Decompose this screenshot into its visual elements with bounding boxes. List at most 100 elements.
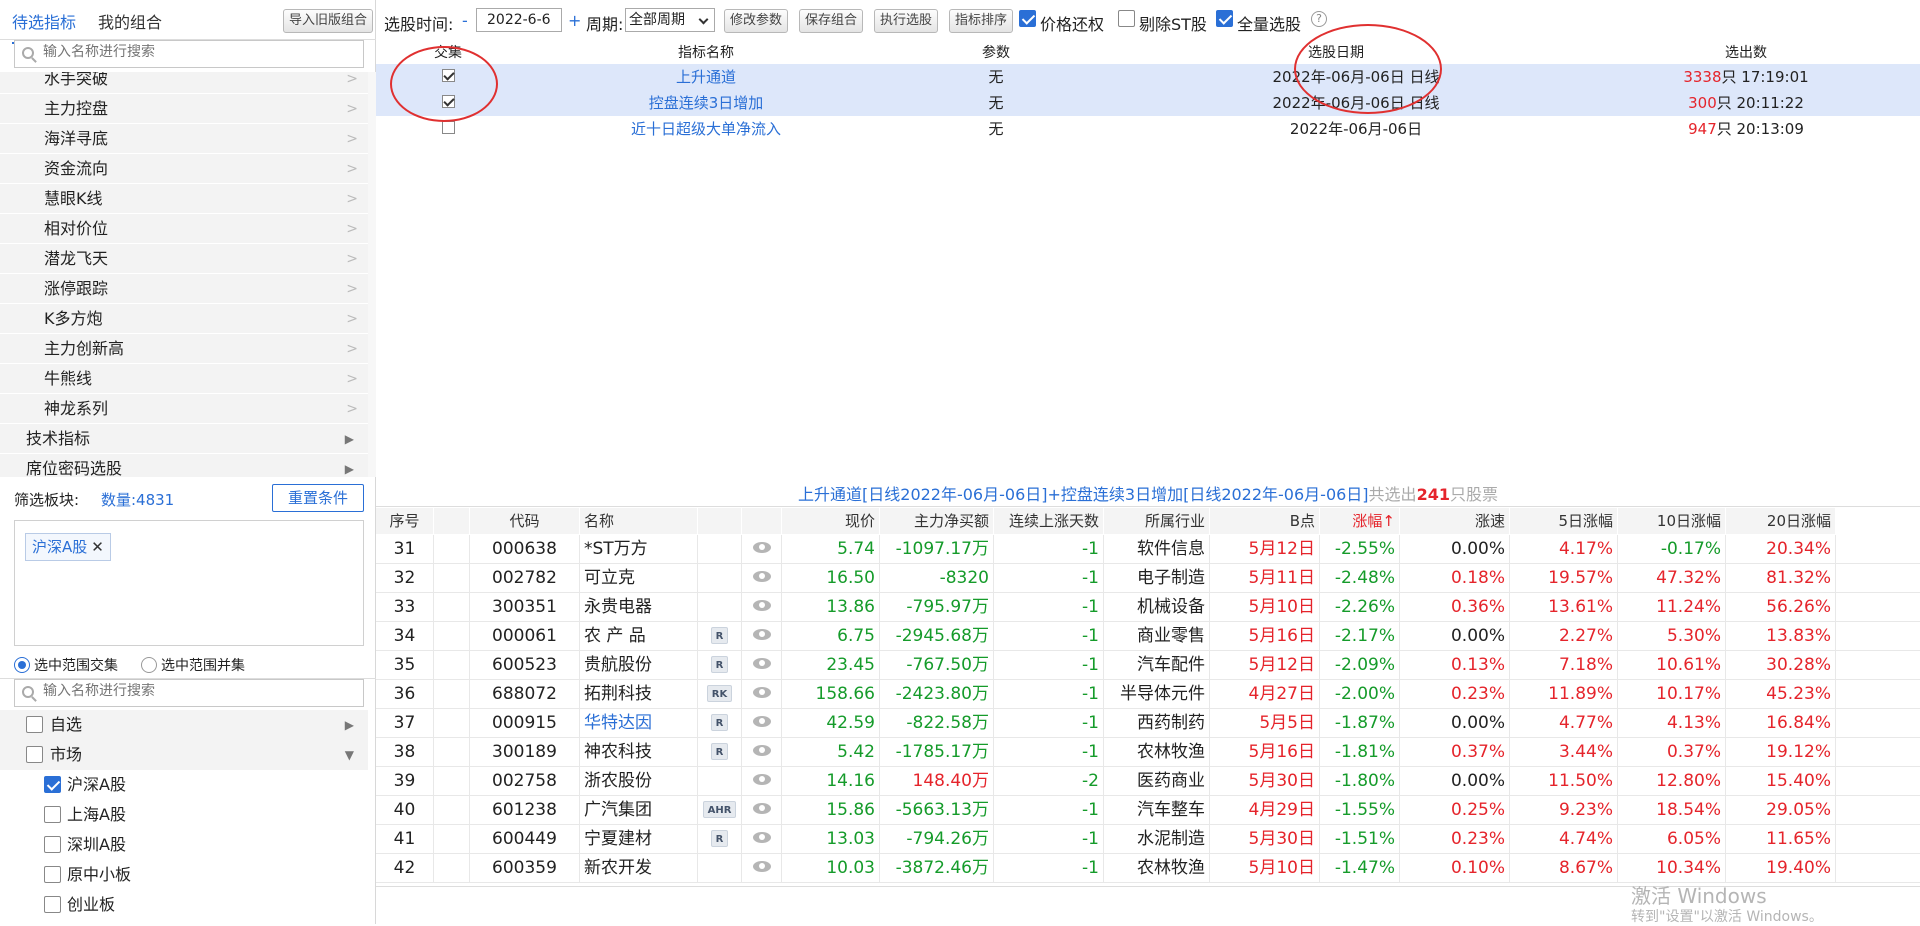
- eye-icon[interactable]: [752, 571, 771, 582]
- table-row[interactable]: 41 600449 宁夏建材 R 13.03 -794.26万 -1 水泥制造 5月30日 -1.…: [376, 825, 1920, 854]
- table-row[interactable]: 36 688072 拓荆科技 RK 158.66 -2423.80万 -1 半导体元件 4月27…: [376, 680, 1920, 709]
- cell-name[interactable]: 浙农股份: [580, 767, 698, 796]
- full-select-checkbox[interactable]: [1216, 10, 1233, 27]
- cell-name[interactable]: 新农开发: [580, 854, 698, 883]
- checkbox-checked-icon[interactable]: [44, 776, 61, 793]
- table-row[interactable]: 31 000638 *ST万方 5.74 -1097.17万 -1 软件信息 5月12日 -2.…: [376, 535, 1920, 564]
- indicator-name[interactable]: 控盘连续3日增加: [536, 90, 876, 116]
- checkbox-icon[interactable]: [44, 806, 61, 823]
- exclude-st-checkbox[interactable]: [1118, 10, 1135, 27]
- column-header[interactable]: 20日涨幅: [1726, 508, 1836, 534]
- execute-button[interactable]: 执行选股: [874, 9, 939, 33]
- tab-pending-indicators[interactable]: 待选指标: [12, 9, 77, 44]
- table-row[interactable]: 38 300189 神农科技 R 5.42 -1785.17万 -1 农林牧渔 5月16日 -1.…: [376, 738, 1920, 767]
- date-plus-button[interactable]: +: [568, 11, 581, 30]
- column-header[interactable]: 名称: [580, 508, 698, 534]
- indicator-name[interactable]: 近十日超级大单净流入: [536, 116, 876, 142]
- indicator-item[interactable]: 海洋寻底 >: [0, 124, 368, 154]
- table-row[interactable]: 39 002758 浙农股份 14.16 148.40万 -2 医药商业 5月30日 -1.80…: [376, 767, 1920, 796]
- save-combo-button[interactable]: 保存组合: [799, 9, 864, 33]
- radio-intersect[interactable]: 选中范围交集: [14, 655, 118, 675]
- table-row[interactable]: 42 600359 新农开发 10.03 -3872.46万 -1 农林牧渔 5月10日 -1.…: [376, 854, 1920, 883]
- table-row[interactable]: 37 000915 华特达因 R 42.59 -822.58万 -1 西药制药 5月5日 -1.8…: [376, 709, 1920, 738]
- indicator-row[interactable]: 上升通道 无 2022年-06月-06日 日线 3338只 17:19:01: [376, 64, 1920, 90]
- indicator-category[interactable]: 席位密码选股 ▶: [0, 454, 368, 477]
- checkbox-icon[interactable]: [44, 836, 61, 853]
- indicator-item[interactable]: 主力控盘 >: [0, 94, 368, 124]
- cell-name[interactable]: 贵航股份: [580, 651, 698, 680]
- indicator-item[interactable]: 涨停跟踪 >: [0, 274, 368, 304]
- eye-icon[interactable]: [752, 861, 771, 872]
- indicator-row[interactable]: 近十日超级大单净流入 无 2022年-06月-06日 947只 20:13:09: [376, 116, 1920, 142]
- sector-tag[interactable]: 沪深A股 ✕: [25, 533, 111, 561]
- table-row[interactable]: 33 300351 永贵电器 13.86 -795.97万 -1 机械设备 5月10日 -2.2…: [376, 593, 1920, 622]
- indicator-row[interactable]: 控盘连续3日增加 无 2022年-06月-06日 日线 300只 20:11:2…: [376, 90, 1920, 116]
- date-minus-button[interactable]: -: [462, 11, 468, 30]
- cell-name[interactable]: 拓荆科技: [580, 680, 698, 709]
- cell-name[interactable]: 宁夏建材: [580, 825, 698, 854]
- cell-name[interactable]: 农 产 品: [580, 622, 698, 651]
- eye-icon[interactable]: [752, 629, 771, 640]
- indicator-item[interactable]: 水手突破 >: [0, 72, 368, 94]
- market-item-chuangye[interactable]: 创业板: [0, 890, 368, 920]
- list-scrollbar[interactable]: [368, 72, 376, 477]
- column-header[interactable]: B点: [1210, 508, 1320, 534]
- indicator-sort-button[interactable]: 指标排序: [949, 9, 1014, 33]
- indicator-item[interactable]: 主力创新高 >: [0, 334, 368, 364]
- import-old-combo-button[interactable]: 导入旧版组合: [283, 9, 374, 33]
- column-header[interactable]: 10日涨幅: [1618, 508, 1726, 534]
- eye-icon[interactable]: [752, 716, 771, 727]
- eye-icon[interactable]: [752, 658, 771, 669]
- market-search-input[interactable]: [43, 683, 343, 699]
- column-header[interactable]: 5日涨幅: [1510, 508, 1618, 534]
- table-row[interactable]: 40 601238 广汽集团 AHR 15.86 -5663.13万 -1 汽车整车 4月29日…: [376, 796, 1920, 825]
- price-adjust-checkbox[interactable]: [1019, 10, 1036, 27]
- checkbox-icon[interactable]: [441, 121, 455, 134]
- indicator-item[interactable]: 牛熊线 >: [0, 364, 368, 394]
- column-header[interactable]: 现价: [782, 508, 880, 534]
- indicator-item[interactable]: 慧眼K线 >: [0, 184, 368, 214]
- column-header[interactable]: 涨速: [1400, 508, 1510, 534]
- column-header[interactable]: 序号: [376, 508, 434, 534]
- checkbox-icon[interactable]: [44, 866, 61, 883]
- market-item-zixuan[interactable]: 自选 ▶: [0, 710, 368, 740]
- checkbox-icon[interactable]: [44, 896, 61, 913]
- cell-name[interactable]: 永贵电器: [580, 593, 698, 622]
- cell-name[interactable]: 可立克: [580, 564, 698, 593]
- eye-icon[interactable]: [752, 832, 771, 843]
- checkbox-icon[interactable]: [26, 716, 43, 733]
- eye-icon[interactable]: [752, 774, 771, 785]
- cell-name[interactable]: 广汽集团: [580, 796, 698, 825]
- cell-name[interactable]: 华特达因: [580, 709, 698, 738]
- indicator-item[interactable]: 潜龙飞天 >: [0, 244, 368, 274]
- eye-icon[interactable]: [752, 600, 771, 611]
- eye-icon[interactable]: [752, 803, 771, 814]
- indicator-item[interactable]: K多方炮 >: [0, 304, 368, 334]
- help-icon[interactable]: ?: [1311, 11, 1327, 27]
- cell-name[interactable]: 神农科技: [580, 738, 698, 767]
- reset-conditions-button[interactable]: 重置条件: [272, 484, 364, 512]
- indicator-search[interactable]: [14, 40, 364, 68]
- market-search[interactable]: [14, 679, 364, 707]
- eye-icon[interactable]: [752, 687, 771, 698]
- eye-icon[interactable]: [752, 542, 771, 553]
- market-item-shenzhen[interactable]: 深圳A股: [0, 830, 368, 860]
- indicator-search-input[interactable]: [43, 44, 343, 60]
- market-item-shanghai[interactable]: 上海A股: [0, 800, 368, 830]
- indicator-name[interactable]: 上升通道: [536, 64, 876, 90]
- expand-right-icon[interactable]: ▶: [345, 710, 354, 740]
- indicator-item[interactable]: 相对价位 >: [0, 214, 368, 244]
- tab-my-combos[interactable]: 我的组合: [98, 9, 162, 33]
- market-item-hushen[interactable]: 沪深A股: [0, 770, 368, 800]
- date-input[interactable]: 2022-6-6: [476, 8, 562, 32]
- column-header[interactable]: 代码: [470, 508, 580, 534]
- column-header[interactable]: 所属行业: [1104, 508, 1210, 534]
- eye-icon[interactable]: [752, 745, 771, 756]
- indicator-item[interactable]: 资金流向 >: [0, 154, 368, 184]
- tag-close-icon[interactable]: ✕: [91, 538, 104, 556]
- table-row[interactable]: 35 600523 贵航股份 R 23.45 -767.50万 -1 汽车配件 5月12日 -2.…: [376, 651, 1920, 680]
- column-header[interactable]: 主力净买额: [880, 508, 994, 534]
- market-item-yuanzhongxiao[interactable]: 原中小板: [0, 860, 368, 890]
- checkbox-icon[interactable]: [26, 746, 43, 763]
- indicator-item[interactable]: 神龙系列 >: [0, 394, 368, 424]
